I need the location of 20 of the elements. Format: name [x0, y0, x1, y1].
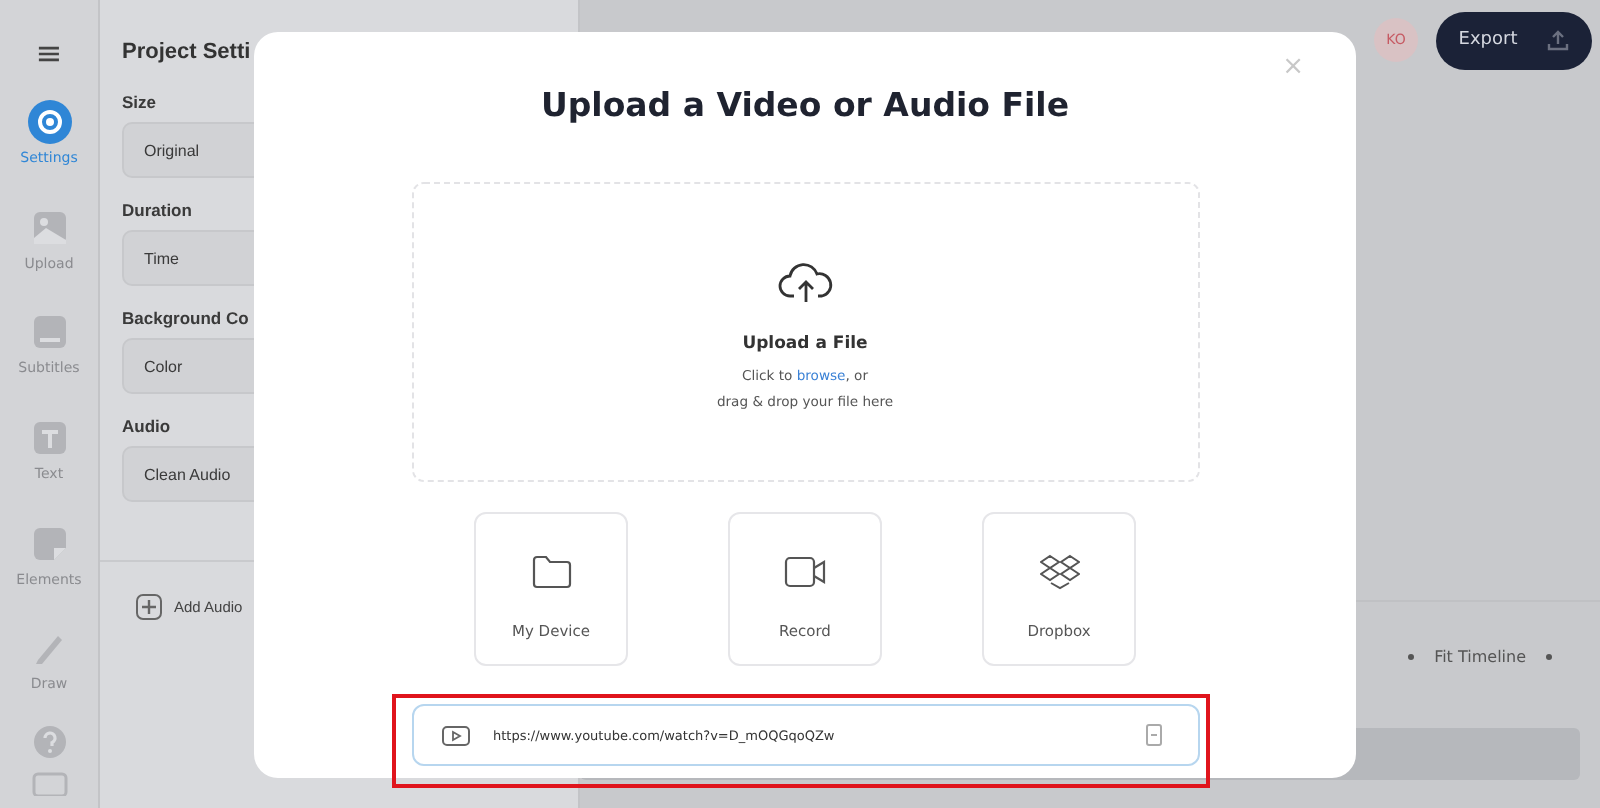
help-icon[interactable] — [31, 724, 67, 761]
folder-icon — [531, 554, 571, 590]
video-camera-icon — [783, 554, 827, 590]
cloud-upload-icon — [777, 260, 833, 308]
bullet-icon — [1408, 654, 1415, 660]
section-label: Background Co — [122, 308, 251, 328]
dropbox-icon — [1039, 554, 1079, 590]
clipboard-icon[interactable] — [1145, 724, 1161, 746]
section-label: Duration — [122, 200, 194, 220]
fit-timeline-dropdown[interactable]: Fit Timeline — [1434, 648, 1526, 666]
plus-icon — [136, 594, 162, 620]
keyboard-icon[interactable] — [31, 772, 67, 797]
panel-title: Project Setti — [122, 40, 253, 64]
export-button[interactable]: Export — [1436, 11, 1592, 69]
drop-zone-title: Upload a File — [742, 334, 868, 354]
upload-icon — [1545, 28, 1570, 52]
section-label: Audio — [122, 416, 173, 436]
dialog-title: Upload a Video or Audio File — [540, 86, 1070, 128]
menu-icon[interactable]: ≡ — [35, 36, 63, 72]
video-play-icon — [441, 725, 469, 745]
